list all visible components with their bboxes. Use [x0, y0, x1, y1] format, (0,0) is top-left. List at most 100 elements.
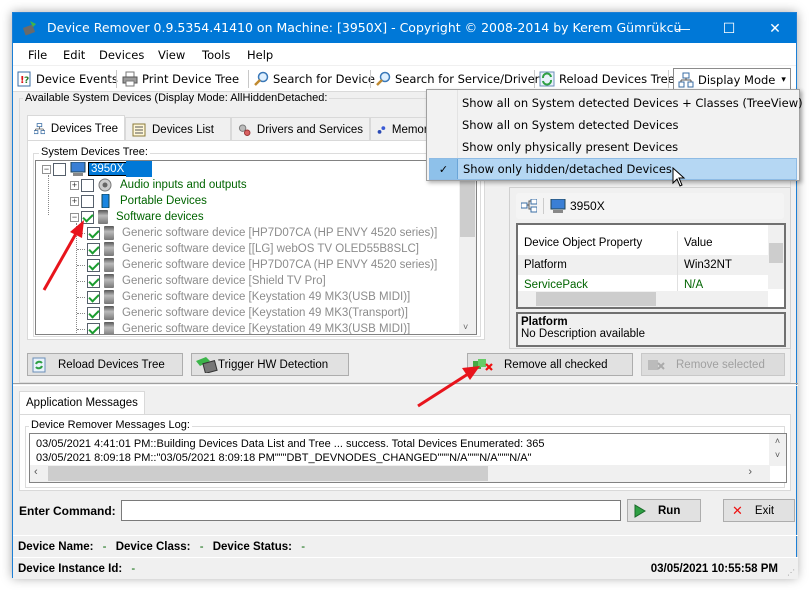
remove-selected-button[interactable]: Remove selected: [641, 353, 785, 376]
menu-item-label: Show only hidden/detached Devices: [463, 162, 672, 176]
menu-tools[interactable]: Tools: [202, 48, 230, 62]
tree-category[interactable]: + Portable Devices: [70, 193, 207, 209]
software-device-icon: [104, 306, 114, 320]
title-bar[interactable]: Device Remover 0.9.5354.41410 on Machine…: [13, 13, 796, 43]
messages-log[interactable]: 03/05/2021 4:41:01 PM::Building Devices …: [29, 433, 787, 483]
minimize-button[interactable]: —: [660, 13, 706, 43]
category-checkbox[interactable]: [81, 178, 94, 192]
tree-device[interactable]: Generic software device [[LG] webOS TV O…: [77, 241, 419, 257]
trigger-hw-detection-button[interactable]: Trigger HW Detection: [191, 353, 349, 376]
tree-category[interactable]: + Audio inputs and outputs: [70, 177, 247, 193]
tab-devices-tree-label: Devices Tree: [50, 122, 118, 135]
exit-label: Exit: [754, 504, 775, 517]
menu-devices[interactable]: Devices: [99, 48, 144, 62]
column-header-property[interactable]: Device Object Property: [518, 231, 678, 255]
tree-icon: [34, 122, 45, 134]
device-tree-icon: [521, 199, 537, 213]
properties-hscrollbar[interactable]: [518, 291, 768, 307]
run-button[interactable]: Run: [627, 499, 701, 522]
category-checkbox[interactable]: [81, 210, 94, 224]
log-vscroll-icon[interactable]: ˄ ˅: [769, 434, 786, 466]
splitter[interactable]: [13, 383, 798, 386]
software-device-icon: [104, 274, 114, 288]
software-device-icon: [104, 242, 114, 256]
window-title: Device Remover 0.9.5354.41410 on Machine…: [47, 20, 682, 35]
device-checkbox[interactable]: [87, 242, 100, 256]
scroll-down-icon[interactable]: ˅: [463, 322, 468, 332]
collapse-icon[interactable]: −: [70, 212, 79, 222]
reload-tree-toolbar-label: Reload Devices Tree: [559, 72, 675, 86]
exit-button[interactable]: ✕ Exit: [723, 499, 795, 522]
device-name-value: -: [102, 541, 107, 553]
menu-item-label: Show all on System detected Devices + Cl…: [462, 96, 803, 110]
tree-root-label: 3950X: [87, 162, 128, 176]
tab-devices-tree[interactable]: Devices Tree: [27, 115, 125, 141]
properties-grid[interactable]: Device Object Property Value Platform Wi…: [516, 223, 786, 309]
display-mode-dropdown[interactable]: Display Mode ▾: [673, 68, 791, 91]
tab-application-messages[interactable]: Application Messages: [19, 391, 145, 414]
status-bar-device: Device Name: - Device Class: - Device St…: [13, 535, 798, 557]
devices-tree[interactable]: − 3950X + Audio inputs and outputs + Por…: [35, 160, 477, 335]
tree-category[interactable]: − Software devices: [70, 209, 204, 225]
tree-device[interactable]: Generic software device [HP7D07CA (HP EN…: [77, 257, 437, 273]
expand-icon[interactable]: +: [70, 196, 79, 206]
device-checkbox[interactable]: [87, 322, 100, 334]
menu-item-label: Show only physically present Devices: [462, 140, 679, 154]
device-checkbox[interactable]: [87, 290, 100, 304]
menu-edit[interactable]: Edit: [63, 48, 85, 62]
tree-device[interactable]: Generic software device [Keystation 49 M…: [77, 305, 408, 321]
category-checkbox[interactable]: [81, 194, 94, 208]
menu-view[interactable]: View: [158, 48, 185, 62]
display-mode-icon: [678, 72, 694, 88]
print-tree-button[interactable]: Print Device Tree: [122, 68, 239, 90]
collapse-icon[interactable]: −: [42, 164, 51, 174]
reload-tree-toolbar-button[interactable]: Reload Devices Tree: [539, 68, 675, 90]
menu-item-show-hidden[interactable]: ✓ Show only hidden/detached Devices: [429, 158, 797, 180]
toolbar-separator: [534, 70, 535, 88]
tree-device[interactable]: Generic software device [Shield TV Pro]: [77, 273, 326, 289]
tree-device[interactable]: Generic software device [HP7D07CA (HP EN…: [77, 225, 437, 241]
menu-item-show-all-classes[interactable]: Show all on System detected Devices + Cl…: [429, 92, 803, 114]
computer-icon: [70, 162, 86, 176]
resize-grip-icon[interactable]: ⋰: [787, 568, 795, 577]
device-checkbox[interactable]: [87, 226, 100, 240]
tree-device[interactable]: Generic software device [Keystation 49 M…: [77, 289, 410, 305]
property-row[interactable]: Platform Win32NT: [518, 255, 768, 275]
tree-scroll-thumb[interactable]: [460, 179, 475, 237]
instance-id-value: -: [131, 563, 136, 575]
reload-icon: [32, 357, 46, 372]
menu-item-label: Show all on System detected Devices: [462, 118, 679, 132]
play-icon: [634, 503, 646, 518]
app-icon: [22, 21, 36, 36]
tab-drivers-services[interactable]: Drivers and Services: [231, 117, 370, 141]
messages-log-label: Device Remover Messages Log:: [29, 419, 192, 431]
log-hscrollbar[interactable]: ‹ ›: [30, 465, 770, 482]
maximize-button[interactable]: ☐: [706, 13, 752, 43]
properties-vscrollbar[interactable]: [768, 225, 784, 289]
expand-icon[interactable]: +: [70, 180, 79, 190]
device-events-button[interactable]: !? Device Events: [16, 68, 118, 90]
menu-item-show-all[interactable]: Show all on System detected Devices: [429, 114, 797, 136]
scroll-right-icon[interactable]: ›: [748, 466, 752, 478]
search-service-button[interactable]: Search for Service/Driver: [375, 68, 539, 90]
tree-root[interactable]: − 3950X: [42, 161, 153, 177]
reload-tree-button[interactable]: Reload Devices Tree: [27, 353, 183, 376]
device-checkbox[interactable]: [87, 306, 100, 320]
menu-file[interactable]: File: [28, 48, 47, 62]
tree-device[interactable]: Generic software device [Keystation 49 M…: [77, 321, 410, 334]
device-checkbox[interactable]: [87, 274, 100, 288]
tree-scrollbar[interactable]: ˅: [459, 161, 476, 334]
tab-devices-list-label: Devices List: [152, 123, 214, 136]
tab-devices-list[interactable]: Devices List: [125, 117, 231, 141]
menu-help[interactable]: Help: [247, 48, 273, 62]
remove-all-checked-button[interactable]: Remove all checked: [467, 353, 633, 376]
menu-item-show-present[interactable]: Show only physically present Devices: [429, 136, 797, 158]
tree-root-checkbox[interactable]: [53, 162, 66, 176]
device-events-icon: !?: [17, 71, 31, 87]
scroll-left-icon[interactable]: ‹: [34, 466, 38, 478]
column-header-value[interactable]: Value: [678, 237, 713, 249]
device-checkbox[interactable]: [87, 258, 100, 272]
close-button[interactable]: ✕: [752, 13, 798, 43]
search-device-button[interactable]: Search for Device: [253, 68, 375, 90]
command-input[interactable]: [121, 500, 621, 521]
